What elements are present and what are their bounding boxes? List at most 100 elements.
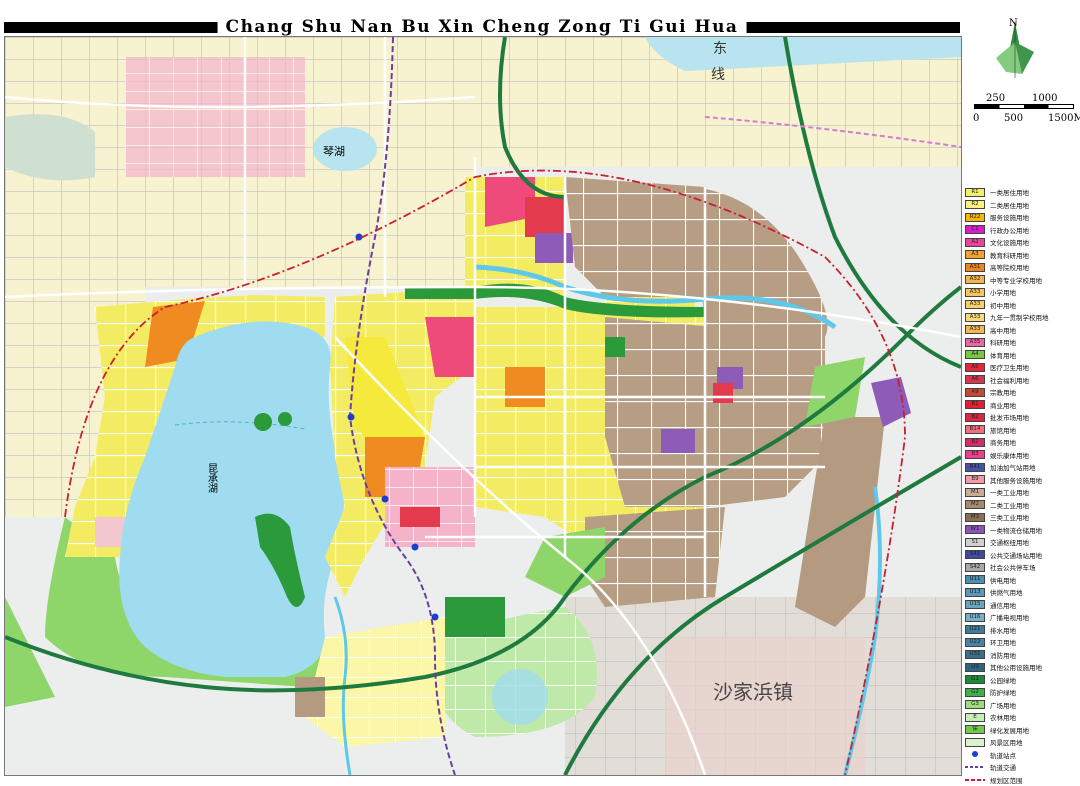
scale-label-500: 500: [1004, 113, 1023, 124]
legend-label: 消防用地: [990, 650, 1016, 660]
legend-swatch: [965, 738, 985, 747]
legend-label: 防护绿地: [990, 687, 1016, 697]
legend-swatch: B14: [965, 425, 985, 434]
legend-item: A33小学用地: [965, 286, 1077, 299]
legend-item: A5 医疗卫生用地: [965, 361, 1077, 374]
legend-label: 一类居住用地: [990, 187, 1029, 197]
legend-swatch: G3: [965, 700, 985, 709]
legend-swatch: A9: [965, 388, 985, 397]
north-west-green: [5, 114, 95, 180]
legend-swatch: M2: [965, 500, 985, 509]
legend-swatch: G1: [965, 675, 985, 684]
metro-station-4: [412, 544, 419, 551]
legend-label: 教育科研用地: [990, 250, 1029, 260]
legend-item: R2二类居住用地: [965, 199, 1077, 212]
legend-swatch: A33: [965, 325, 985, 334]
legend-swatch: A33: [965, 313, 985, 322]
scenic-pond: [492, 669, 548, 725]
legend-label: 科研用地: [990, 337, 1016, 347]
legend-swatch: U16: [965, 613, 985, 622]
legend-item: U13供燃气用地: [965, 586, 1077, 599]
legend-swatch: A5: [965, 363, 985, 372]
legend-label: 一类工业用地: [990, 487, 1029, 497]
scale-label-0: 0: [973, 113, 979, 124]
scale-label-250: 250: [986, 93, 1005, 104]
legend-label: 轨道交通: [990, 762, 1016, 772]
legend-swatch: S41: [965, 550, 985, 559]
legend-swatch: [965, 763, 985, 772]
legend-item: M2二类工业用地: [965, 499, 1077, 512]
north-central-purple: [535, 233, 573, 263]
legend-label: 供电用地: [990, 575, 1016, 585]
legend-swatch: A33: [965, 300, 985, 309]
commercial-core-red: [400, 507, 440, 527]
industrial-red: [713, 383, 733, 403]
w1-block-2: [661, 429, 695, 453]
legend-swatch: U9: [965, 663, 985, 672]
legend-item: U9其他公用设施用地: [965, 661, 1077, 674]
legend-label: 供燃气用地: [990, 587, 1023, 597]
legend-item: A33高中用地: [965, 324, 1077, 337]
legend-item: A35科研用地: [965, 336, 1077, 349]
green-small-1: [605, 337, 625, 357]
land-use-map[interactable]: 昆承湖 琴湖 沙家浜镇 东 线: [4, 36, 962, 776]
scale-ruler: [974, 104, 1074, 109]
legend-swatch: U15: [965, 600, 985, 609]
legend-item: G1 公园绿地: [965, 674, 1077, 687]
legend-list: R1一类居住用地R2二类居住用地R22服务设施用地C1行政办公用地A2文化设施用…: [965, 186, 1077, 786]
legend-swatch: G2: [965, 688, 985, 697]
legend-item: U31消防用地: [965, 649, 1077, 662]
east-industrial: [605, 317, 825, 507]
legend-swatch: B3: [965, 450, 985, 459]
legend-swatch: B41: [965, 463, 985, 472]
legend-item: M3三类工业用地: [965, 511, 1077, 524]
legend-item: B9其他服务设施用地: [965, 474, 1077, 487]
legend-label: 社会公共停车场: [990, 562, 1036, 572]
lake-island-2: [278, 412, 292, 426]
legend-item: B2 商务用地: [965, 436, 1077, 449]
legend-item: B1商业用地: [965, 399, 1077, 412]
legend-item: U21排水用地: [965, 624, 1077, 637]
legend-item: 规划区范围: [965, 774, 1077, 786]
north-central-red: [525, 197, 565, 237]
legend-swatch: 保: [965, 725, 985, 734]
legend-panel: N 250 1000 0 500 1500M R1一类居住用地R2二类居住用地R…: [962, 0, 1080, 778]
legend-label: 初中用地: [990, 300, 1016, 310]
orange-school: [505, 367, 545, 407]
legend-swatch: A31: [965, 263, 985, 272]
legend-label: 医疗卫生用地: [990, 362, 1029, 372]
legend-item: A9宗教用地: [965, 386, 1077, 399]
legend-swatch: A4: [965, 350, 985, 359]
metro-station-2: [348, 414, 355, 421]
south-industrial-small: [295, 677, 325, 717]
legend-label: 排水用地: [990, 625, 1016, 635]
legend-swatch: A32: [965, 275, 985, 284]
shajiabang-area: [665, 637, 865, 775]
legend-label: 轨道站点: [990, 750, 1016, 760]
legend-swatch: W1: [965, 525, 985, 534]
legend-swatch: S1: [965, 538, 985, 547]
legend-label: 交通枢纽用地: [990, 537, 1029, 547]
scale-label-1500: 1500M: [1048, 113, 1080, 124]
legend-swatch: R1: [965, 188, 985, 197]
legend-label: 农林用地: [990, 712, 1016, 722]
map-canvas: 昆承湖 琴湖 沙家浜镇 东 线: [5, 37, 961, 775]
legend-item: S41公共交通场站用地: [965, 549, 1077, 562]
legend-item: U11供电用地: [965, 574, 1077, 587]
legend-label: 小学用地: [990, 287, 1016, 297]
legend-label: 服务设施用地: [990, 212, 1029, 222]
legend-swatch: B2: [965, 438, 985, 447]
legend-swatch: S42: [965, 563, 985, 572]
legend-label: 公园绿地: [990, 675, 1016, 685]
legend-item: A6社会福利用地: [965, 374, 1077, 387]
town-label: 沙家浜镇: [713, 680, 793, 704]
legend-label: 商务用地: [990, 437, 1016, 447]
title-bar: Chang Shu Nan Bu Xin Cheng Zong Ti Gui H…: [4, 16, 960, 38]
legend-label: 加油加气站用地: [990, 462, 1036, 472]
legend-swatch: [965, 775, 985, 784]
green-strip: [405, 287, 475, 299]
legend-item: A3教育科研用地: [965, 249, 1077, 262]
metro-station-3: [382, 496, 389, 503]
legend-item: B14旅馆用地: [965, 424, 1077, 437]
legend-item: A33 初中用地: [965, 299, 1077, 312]
